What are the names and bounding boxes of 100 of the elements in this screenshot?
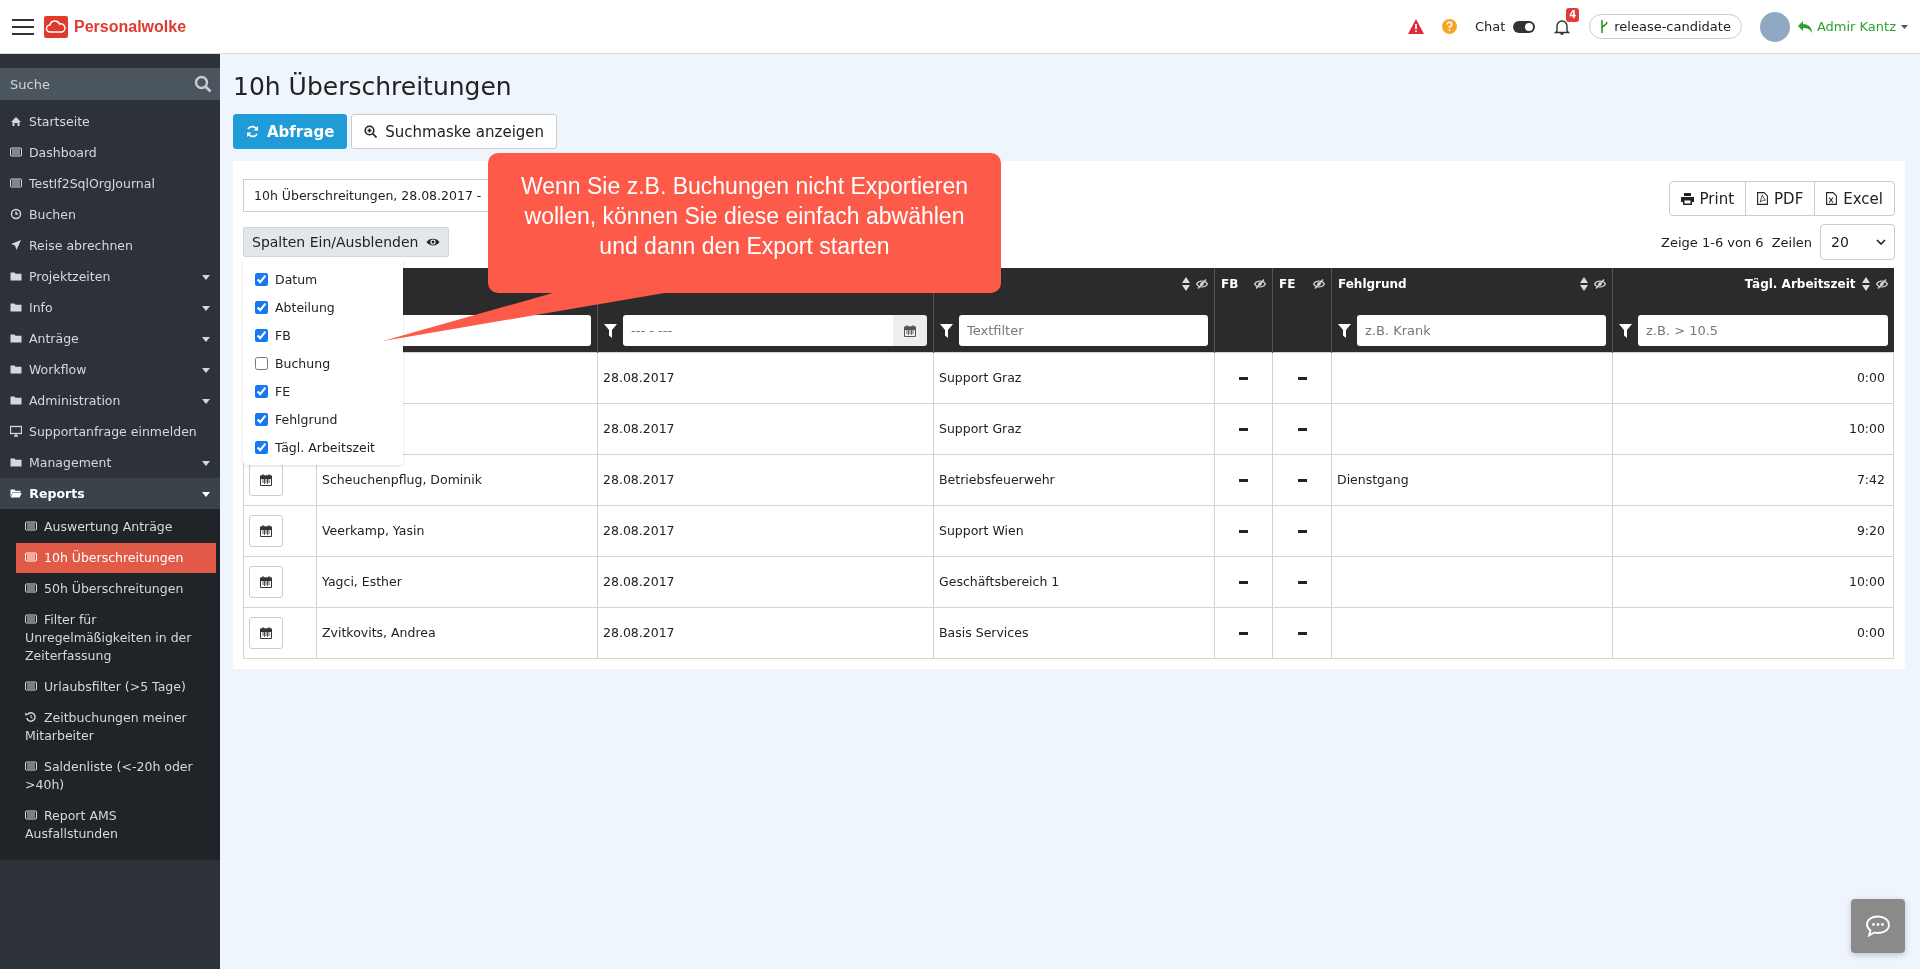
checkbox[interactable]	[255, 384, 268, 398]
filter-icon[interactable]	[940, 323, 953, 338]
checkbox[interactable]	[255, 440, 268, 454]
hide-column-icon[interactable]	[1196, 279, 1208, 289]
excel-file-icon	[1826, 192, 1838, 205]
hide-column-icon[interactable]	[1254, 279, 1266, 289]
folder-icon	[10, 301, 22, 313]
sidebar-item[interactable]: Dashboard	[0, 137, 220, 168]
chat-toggle[interactable]	[1513, 20, 1536, 33]
filter-field[interactable]: z.B. > 10.5	[1638, 315, 1888, 347]
hide-column-icon[interactable]	[1594, 279, 1606, 289]
report-name-field[interactable]: 10h Überschreitungen, 28.08.2017 -	[243, 179, 488, 212]
columns-toggle-button[interactable]: Spalten Ein/Ausblenden	[243, 227, 450, 257]
pdf-file-icon	[1757, 192, 1769, 205]
filter-field[interactable]: z.B. Krank	[1357, 315, 1606, 347]
calendar-button[interactable]	[249, 616, 283, 649]
sidebar-item[interactable]: Supportanfrage einmelden	[0, 416, 220, 447]
table-cell: Support Wien	[939, 523, 1024, 538]
sidebar-item[interactable]: Saldenliste (<-20h oder >40h)	[16, 752, 216, 800]
column-header[interactable]: FE	[1279, 277, 1296, 291]
caret-icon[interactable]	[202, 492, 210, 497]
checkbox-label[interactable]: Buchung	[275, 355, 331, 371]
sidebar-item[interactable]: Info	[0, 292, 220, 323]
sidebar-item[interactable]: Urlaubsfilter (>5 Tage)	[16, 672, 216, 702]
search-icon[interactable]	[194, 75, 212, 93]
filter-icon[interactable]	[1338, 323, 1351, 338]
sidebar-item[interactable]: Zeitbuchungen meiner Mitarbeiter	[16, 703, 216, 751]
checkbox-label[interactable]: Fehlgrund	[275, 411, 338, 427]
filter-icon[interactable]	[1619, 323, 1632, 338]
sidebar-item[interactable]: Management	[0, 447, 220, 478]
filter-field[interactable]: Textfilter	[959, 315, 1208, 347]
table-cell: Basis Services	[939, 625, 1029, 640]
calendar-icon	[904, 324, 916, 337]
sidebar-item[interactable]: Buchen	[0, 199, 220, 230]
column-header[interactable]: FB	[1221, 277, 1239, 291]
caret-icon[interactable]	[202, 306, 210, 311]
hide-column-icon[interactable]	[1313, 279, 1325, 289]
checkbox[interactable]	[255, 300, 268, 314]
list-icon	[10, 146, 22, 158]
list-icon	[25, 680, 37, 692]
open-folder-icon	[10, 487, 22, 499]
sidebar-item[interactable]: Startseite	[0, 106, 220, 137]
sidebar-item[interactable]: Report AMS Ausfallstunden	[16, 801, 216, 849]
notification-bell-icon[interactable]	[1553, 17, 1572, 36]
sidebar-item[interactable]: Reports	[0, 478, 220, 509]
sidebar-item[interactable]: TestIf2SqlOrgJournal	[0, 168, 220, 199]
folder-icon	[10, 456, 22, 468]
checkbox-label[interactable]: Abteilung	[275, 299, 335, 315]
sidebar-item[interactable]: Auswertung Anträge	[16, 512, 216, 542]
pdf-button[interactable]: PDF	[1745, 181, 1816, 216]
sort-icon[interactable]	[1182, 277, 1190, 291]
calendar-button[interactable]	[249, 565, 283, 598]
checkbox[interactable]	[255, 356, 268, 370]
table-cell: Veerkamp, Yasin	[322, 523, 425, 538]
checkbox[interactable]	[255, 412, 268, 426]
paging-info: Zeige 1-6 von 6	[1661, 234, 1764, 250]
sort-icon[interactable]	[1861, 277, 1870, 291]
rows-select[interactable]: 20	[1820, 224, 1895, 260]
caret-icon[interactable]	[202, 337, 210, 342]
rows-label: Zeilen	[1771, 234, 1812, 250]
sidebar-item[interactable]: Workflow	[0, 354, 220, 385]
date-range-field[interactable]: --- - ---	[623, 315, 893, 347]
caret-icon[interactable]	[202, 399, 210, 404]
excel-button[interactable]: Excel	[1814, 181, 1895, 216]
table-cell: Yagci, Esther	[322, 574, 402, 589]
sidebar-item[interactable]: 50h Überschreitungen	[16, 574, 216, 604]
checkbox[interactable]	[255, 328, 268, 342]
caret-icon[interactable]	[202, 461, 210, 466]
sidebar-item[interactable]: 10h Überschreitungen	[16, 543, 216, 573]
caret-icon[interactable]	[202, 275, 210, 280]
checkbox-label[interactable]: Tägl. Arbeitszeit	[275, 439, 376, 455]
search-form-button[interactable]: Suchmaske anzeigen	[351, 114, 558, 149]
menu-icon[interactable]	[12, 17, 34, 36]
sidebar-item[interactable]: Reise abrechnen	[0, 230, 220, 261]
sidebar-item[interactable]: Anträge	[0, 323, 220, 354]
search-field[interactable]: Suche	[0, 68, 220, 100]
monitor-icon	[10, 425, 22, 437]
sidebar-item[interactable]: Filter für Unregelmäßigkeiten in der Zeiterfassung	[16, 605, 216, 671]
checkbox-label[interactable]: Datum	[275, 271, 318, 287]
filter-icon[interactable]	[604, 323, 617, 338]
column-header[interactable]: Tägl. Arbeitszeit	[1744, 277, 1856, 291]
calendar-button[interactable]	[249, 514, 283, 547]
caret-icon[interactable]	[202, 368, 210, 373]
checkbox-label[interactable]: FE	[275, 383, 291, 399]
print-button[interactable]: Print	[1668, 181, 1747, 216]
chat-button[interactable]	[1851, 899, 1905, 953]
checkbox-label[interactable]: FB	[275, 327, 291, 343]
list-icon	[25, 551, 37, 563]
sort-icon[interactable]	[1580, 277, 1588, 291]
checkbox[interactable]	[255, 272, 268, 286]
hide-column-icon[interactable]	[1875, 279, 1888, 289]
calendar-button[interactable]	[893, 315, 927, 347]
sidebar-item[interactable]: Projektzeiten	[0, 261, 220, 292]
folder-icon	[10, 332, 22, 344]
table-cell: Zvitkovits, Andrea	[322, 625, 436, 640]
list-icon	[25, 613, 37, 625]
sidebar-item[interactable]: Administration	[0, 385, 220, 416]
column-header[interactable]: Fehlgrund	[1338, 277, 1407, 291]
warning-icon[interactable]	[1407, 19, 1424, 34]
user-menu[interactable]: Admir Kantz	[1797, 19, 1908, 34]
